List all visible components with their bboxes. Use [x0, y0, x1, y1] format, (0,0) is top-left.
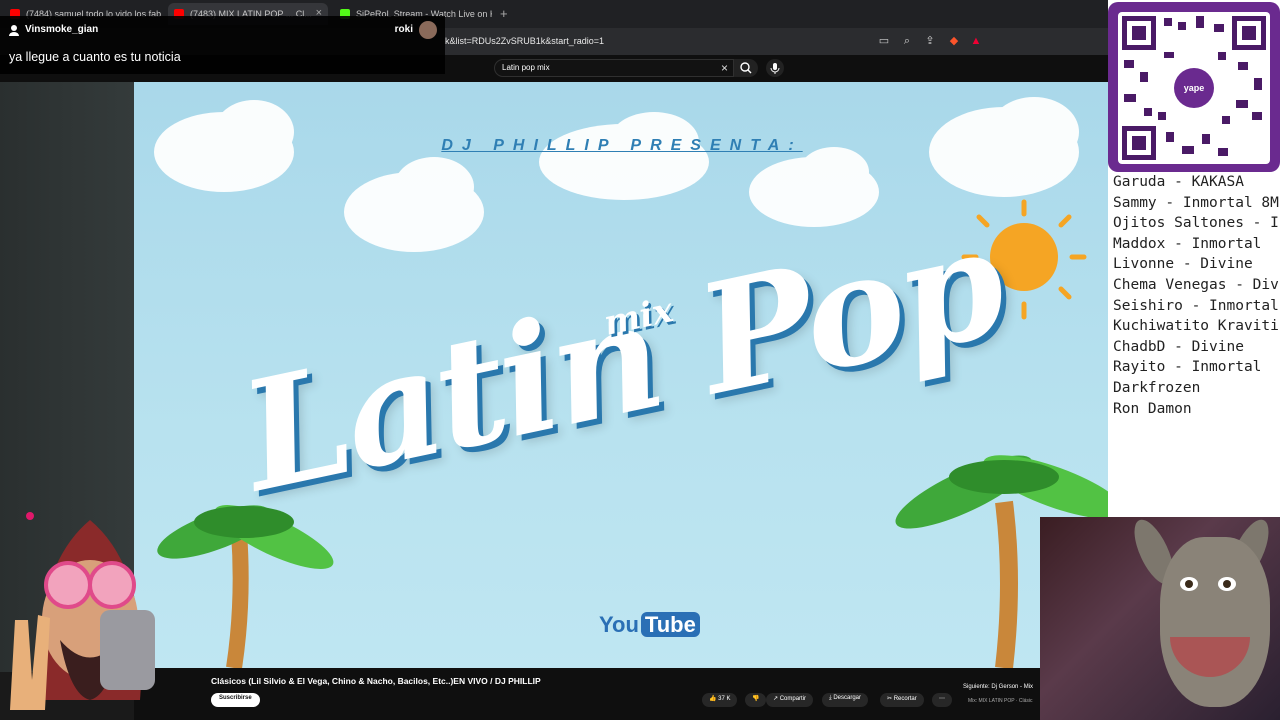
- video-player[interactable]: DJ PHILLIP PRESENTA: Latin Pop mix You Tu…: [134, 82, 1110, 668]
- logo-tube: Tube: [640, 612, 700, 637]
- webcam-overlay: [1040, 514, 1280, 720]
- chat-overlay: Vinsmoke_gian roki ya llegue a cuanto es…: [0, 16, 445, 74]
- clear-icon[interactable]: ×: [721, 61, 728, 75]
- avatar: [419, 21, 437, 39]
- mic-icon: [770, 63, 780, 74]
- share-icon[interactable]: ⇪: [923, 34, 937, 48]
- streamer-avatar: [0, 510, 210, 720]
- video-info-bar: Clásicos (Lil Silvio & El Vega, Chino & …: [134, 668, 1110, 720]
- clip-button[interactable]: ✂ Recortar: [880, 693, 924, 707]
- qr-code: yape: [1118, 12, 1270, 164]
- share-button[interactable]: ↗ Compartir: [766, 693, 814, 707]
- new-tab-icon[interactable]: +: [500, 6, 508, 21]
- list-item: Garuda - KAKASA: [1113, 174, 1244, 190]
- youtube-logo: You Tube: [599, 612, 700, 638]
- search-icon: [740, 62, 752, 74]
- dislike-button[interactable]: 👎: [745, 693, 767, 707]
- zoom-icon[interactable]: ⌕: [900, 34, 914, 48]
- avatar-illustration: [10, 512, 155, 710]
- subscribe-button[interactable]: Suscribirse: [211, 693, 260, 707]
- share-label: Compartir: [779, 696, 807, 702]
- brave-icon[interactable]: ◆: [947, 34, 961, 48]
- list-item: Darkfrozen: [1113, 379, 1201, 396]
- list-item: ChadbD - Divine: [1113, 338, 1244, 355]
- download-button[interactable]: ⤓ Descargar: [822, 693, 869, 707]
- search-input[interactable]: Latin pop mix ×: [494, 59, 734, 77]
- like-count: 37 K: [718, 696, 731, 702]
- more-button[interactable]: ⋯: [932, 693, 952, 707]
- video-title[interactable]: Clásicos (Lil Silvio & El Vega, Chino & …: [211, 676, 541, 686]
- search-text: Latin pop mix: [502, 63, 550, 72]
- list-item: Kuchiwatito Kraviti: [1113, 318, 1279, 335]
- list-item: Sammy - Inmortal 8M: [1113, 194, 1279, 211]
- like-button[interactable]: 👍 37 K: [702, 693, 738, 707]
- yape-logo: yape: [1174, 68, 1214, 108]
- logo-you: You: [599, 612, 639, 637]
- search-button[interactable]: [734, 59, 758, 77]
- video-header: DJ PHILLIP PRESENTA:: [441, 137, 803, 154]
- url-text[interactable]: k&list=RDUs2ZvSRUB1k&start_radio=1: [445, 36, 604, 46]
- rewards-icon[interactable]: ▲: [969, 34, 983, 48]
- user-icon: [9, 25, 19, 36]
- chat-message: ya llegue a cuanto es tu noticia: [9, 50, 181, 64]
- up-next-title[interactable]: Siguiente: Dj Gerson - Mix: [963, 684, 1033, 690]
- list-item: Seishiro - Inmortal: [1113, 297, 1279, 314]
- up-next-subtitle: Mix: MIX LATIN POP · Clásic: [968, 698, 1033, 704]
- download-label: Descargar: [833, 695, 862, 701]
- chat-right-user: roki: [394, 24, 413, 35]
- supporters-list: Garuda - KAKASA Sammy - Inmortal 8M Ojit…: [1113, 172, 1280, 419]
- list-item: Livonne - Divine: [1113, 256, 1253, 273]
- list-item: Chema Venegas - Div: [1113, 276, 1279, 293]
- list-item: Ron Damon: [1113, 400, 1192, 417]
- list-item: Ojitos Saltones - I: [1113, 215, 1279, 232]
- screen: (7484) samuel todo lo vido los fab... (7…: [0, 0, 1280, 720]
- donkey-head: [1160, 537, 1270, 707]
- list-item: Maddox - Inmortal: [1113, 235, 1262, 252]
- donkey-eye: [1218, 577, 1236, 591]
- donkey-eye: [1180, 577, 1198, 591]
- clip-label: Recortar: [893, 696, 917, 702]
- chat-username: Vinsmoke_gian: [25, 24, 99, 35]
- mic-button[interactable]: [766, 59, 784, 77]
- list-item: Rayito - Inmortal: [1113, 359, 1262, 376]
- cast-icon[interactable]: ▭: [877, 34, 891, 48]
- yape-qr-frame: yape: [1108, 2, 1280, 172]
